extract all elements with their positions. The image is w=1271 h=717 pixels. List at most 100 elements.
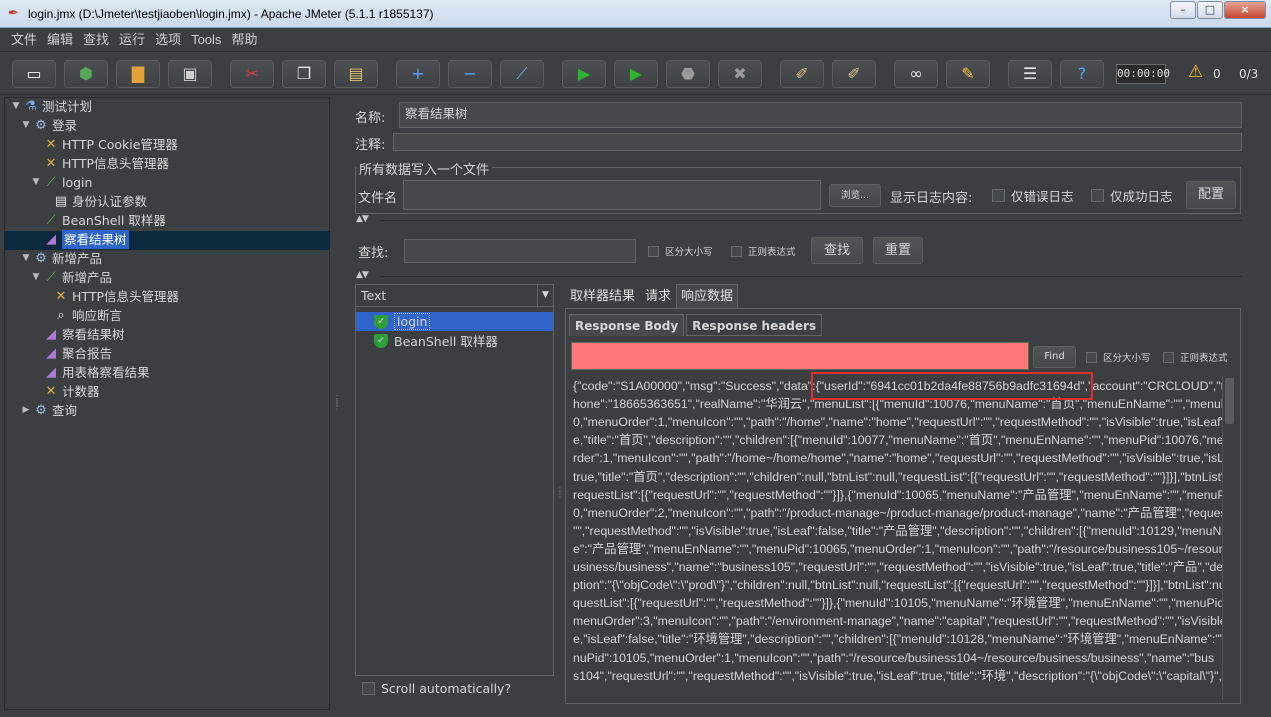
renderer-select[interactable]: Text ▼ [356, 285, 553, 307]
tree-node[interactable]: ▼ ⚙ 新增产品 [20, 249, 102, 268]
open-button[interactable]: ▇ [116, 60, 160, 88]
menu-item-5[interactable]: Tools [186, 28, 226, 52]
tree-node[interactable]: ▼ ⚗ 测试计划 [10, 97, 92, 116]
help-button[interactable]: ? [1060, 60, 1104, 88]
menu-item-1[interactable]: 编辑 [42, 29, 78, 53]
tree-node[interactable]: ▤ 身份认证参数 [40, 192, 147, 211]
divider-2 [380, 276, 1242, 277]
result-item[interactable]: ✓ login [356, 312, 553, 331]
result-tab-2[interactable]: 响应数据 [676, 284, 739, 308]
results-splitter[interactable]: ⋮ ⋮ [555, 284, 564, 704]
find-case-checkbox[interactable]: 区分大小写 [1086, 350, 1151, 364]
menu-item-0[interactable]: 文件 [6, 29, 42, 53]
expand-button[interactable]: + [396, 60, 440, 88]
log-content-label: 显示日志内容: [890, 191, 973, 206]
shutdown-button[interactable]: ✖ [718, 60, 762, 88]
tree-node[interactable]: ✕ HTTP信息头管理器 [40, 287, 179, 306]
tree-node[interactable]: ▼ ⟋ 新增产品 [30, 268, 112, 287]
start-button[interactable]: ▶ [562, 60, 606, 88]
function-helper-button[interactable]: ☰ [1008, 60, 1052, 88]
tree-node[interactable]: ▶ ⚙ 查询 [20, 401, 77, 420]
name-field[interactable]: 察看结果树 [399, 102, 1242, 128]
expand-right-icon[interactable]: ▶ [20, 401, 32, 420]
menu-item-4[interactable]: 选项 [150, 29, 186, 53]
response-scrollbar[interactable] [1222, 376, 1235, 700]
minimize-button[interactable]: – [1170, 1, 1196, 19]
search-input[interactable] [404, 239, 636, 263]
reset-button[interactable]: 重置 [873, 237, 923, 264]
cut-icon: ✂ [245, 64, 259, 83]
stop-button[interactable]: ⬣ [666, 60, 710, 88]
response-body-text[interactable]: {"code":"S1A00000","msg":"Success","data… [571, 376, 1227, 702]
clear-all-button[interactable]: ✐ [832, 60, 876, 88]
response-tab-1[interactable]: Response headers [686, 314, 823, 336]
tree-node[interactable]: ◢ 聚合报告 [30, 344, 112, 363]
reset-search-button[interactable]: ✎ [946, 60, 990, 88]
response-tab-0[interactable]: Response Body [569, 314, 685, 336]
tree-node[interactable]: ✕ HTTP信息头管理器 [30, 154, 169, 173]
result-tab-1[interactable]: 请求 [640, 284, 677, 308]
menu-item-2[interactable]: 查找 [78, 29, 114, 53]
tree-node[interactable]: ✕ 计数器 [30, 382, 100, 401]
warning-icon[interactable]: ⚠ [1188, 62, 1203, 82]
start-icon: ▶ [577, 64, 591, 83]
tree-node[interactable]: ✕ HTTP Cookie管理器 [30, 135, 178, 154]
errors-only-label: 仅错误日志 [1011, 189, 1074, 204]
toolbar: ▭ ⬢ ▇ ▣ ✂ ❐ ▤ + − ⟋ ▶ ▶ ⬣ ✖ ✐ ✐ ∞ ✎ ☰? [0, 53, 1271, 95]
expand-down-icon[interactable]: ▼ [20, 249, 32, 268]
expand-down-icon[interactable]: ▼ [20, 116, 32, 135]
find-button[interactable]: Find [1033, 346, 1076, 368]
expand-down-icon[interactable]: ▼ [30, 173, 42, 192]
search-button[interactable]: ∞ [894, 60, 938, 88]
filename-field[interactable] [403, 180, 821, 210]
tree-node[interactable]: ◢ 察看结果树 [30, 325, 125, 344]
search-button[interactable]: 查找 [811, 237, 863, 264]
tree-node[interactable]: ⟋ BeanShell 取样器 [30, 211, 165, 230]
success-only-checkbox[interactable]: 仅成功日志 [1091, 186, 1173, 205]
expand-down-icon[interactable]: ▼ [30, 268, 42, 287]
browse-button[interactable]: 浏览... [829, 184, 881, 207]
result-tab-0[interactable]: 取样器结果 [565, 284, 641, 308]
tree-node[interactable]: ▼ ⟋ login [30, 173, 93, 192]
tree-node[interactable]: ⌕ 响应断言 [40, 306, 122, 325]
scroll-automatically-checkbox[interactable]: Scroll automatically? [362, 681, 511, 696]
configure-button[interactable]: 配置 [1186, 181, 1236, 209]
tree-node-label: HTTP信息头管理器 [72, 289, 179, 304]
tree-node-label: 用表格察看结果 [62, 365, 150, 380]
search-label: 查找: [358, 246, 389, 261]
tree-node[interactable]: ◢ 察看结果树 [30, 230, 129, 249]
collapse-arrows-icon[interactable]: ▲▼ [356, 214, 369, 224]
tree-node[interactable]: ◢ 用表格察看结果 [30, 363, 150, 382]
close-button[interactable]: × [1224, 1, 1266, 19]
menu-item-3[interactable]: 运行 [114, 29, 150, 53]
case-sensitive-checkbox[interactable]: 区分大小写 [648, 244, 713, 258]
start-no-pause-button[interactable]: ▶ [614, 60, 658, 88]
vertical-splitter[interactable]: ⋮ ⋮ ⋮ [332, 97, 341, 710]
cut-button[interactable]: ✂ [230, 60, 274, 88]
result-item[interactable]: ✓ BeanShell 取样器 [356, 331, 553, 350]
regex-checkbox[interactable]: 正则表达式 [731, 244, 796, 258]
menu-bar: 文件 编辑 查找 运行 选项 Tools 帮助 [0, 28, 1271, 52]
copy-button[interactable]: ❐ [282, 60, 326, 88]
templates-button[interactable]: ⬢ [64, 60, 108, 88]
new-button[interactable]: ▭ [12, 60, 56, 88]
chevron-down-icon[interactable]: ▼ [537, 285, 553, 306]
menu-item-6[interactable]: 帮助 [226, 29, 262, 53]
paste-button[interactable]: ▤ [334, 60, 378, 88]
open-icon: ▇ [131, 64, 145, 83]
find-input[interactable] [571, 342, 1029, 370]
save-button[interactable]: ▣ [168, 60, 212, 88]
expand-down-icon[interactable]: ▼ [10, 97, 22, 116]
tree-node-label: 查询 [52, 403, 78, 418]
tree-node[interactable]: ▼ ⚙ 登录 [20, 116, 77, 135]
maximize-button[interactable]: □ [1197, 1, 1223, 19]
collapse-button[interactable]: − [448, 60, 492, 88]
scrollbar-thumb[interactable] [1225, 378, 1234, 424]
find-regex-checkbox[interactable]: 正则表达式 [1163, 350, 1228, 364]
wrench-icon: ✕ [55, 289, 67, 304]
clear-button[interactable]: ✐ [780, 60, 824, 88]
comment-field[interactable] [393, 133, 1242, 151]
toggle-button[interactable]: ⟋ [500, 60, 544, 88]
collapse-arrows-icon-2[interactable]: ▲▼ [356, 270, 369, 280]
errors-only-checkbox[interactable]: 仅错误日志 [992, 186, 1074, 205]
